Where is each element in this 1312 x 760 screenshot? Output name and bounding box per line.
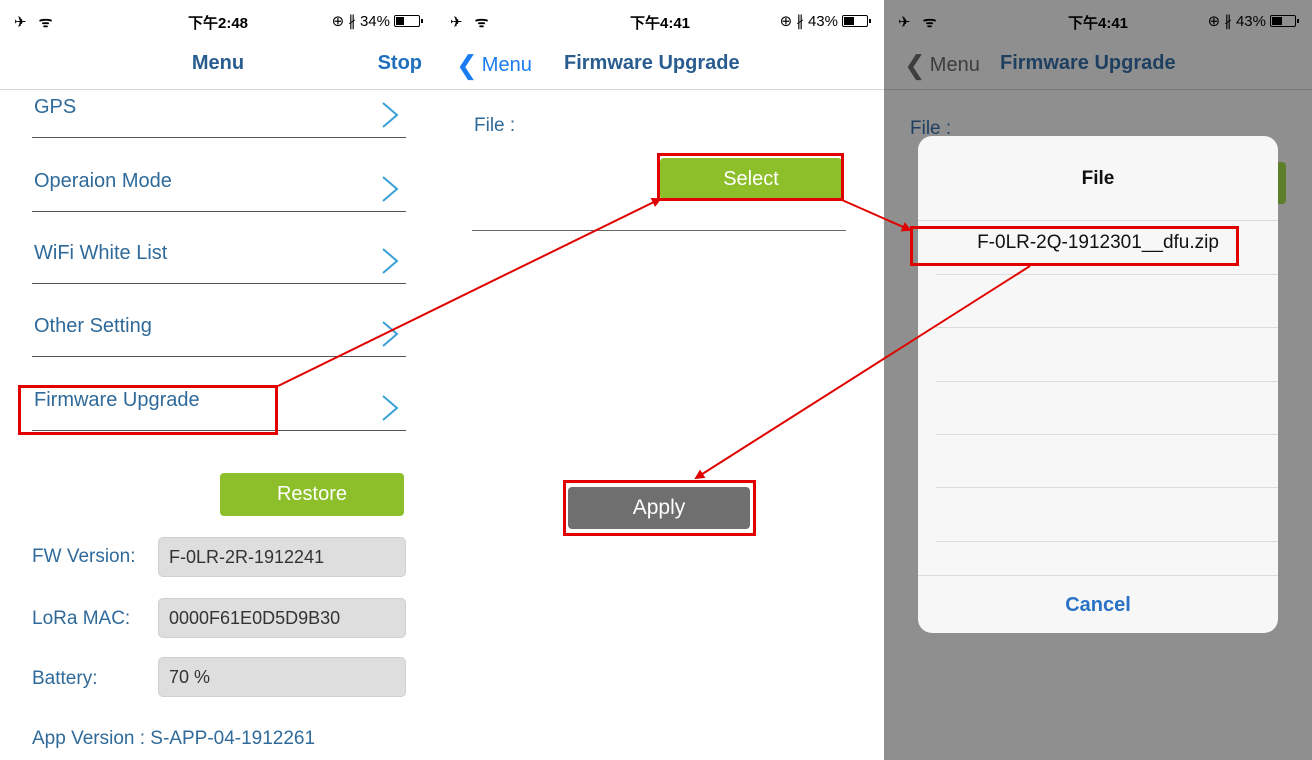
back-button[interactable]: ❮ Menu <box>904 50 980 81</box>
menu-screen: ✈ ᯤ 下午2:48 ⊕ ∦ 34% Menu Stop GPS Operaio… <box>0 0 436 760</box>
status-battery-text: ⊕ ∦ 43% <box>779 13 838 30</box>
status-bar: ✈ ᯤ 下午2:48 ⊕ ∦ 34% <box>0 0 436 40</box>
status-icons-right: ⊕ ∦ 43% <box>1207 12 1299 30</box>
cancel-button[interactable]: Cancel <box>918 594 1278 617</box>
chevron-right-icon <box>382 248 399 274</box>
status-battery-text: ⊕ ∦ 43% <box>1207 13 1266 30</box>
nav-title: Firmware Upgrade <box>564 52 740 74</box>
chevron-right-icon <box>382 102 399 128</box>
lora-mac-label: LoRa MAC: <box>32 608 131 629</box>
restore-button[interactable]: Restore <box>220 473 404 516</box>
menu-item-wifi-white-list[interactable]: WiFi White List <box>32 212 406 284</box>
menu-item-gps[interactable]: GPS <box>32 66 406 138</box>
chevron-right-icon <box>382 176 399 202</box>
back-label: Menu <box>481 54 532 76</box>
fw-version-label: FW Version: <box>32 546 136 567</box>
status-bar: ✈ ᯤ 下午4:41 ⊕ ∦ 43% <box>436 0 884 40</box>
battery-icon <box>842 15 871 27</box>
firmware-upgrade-screen: ✈ ᯤ 下午4:41 ⊕ ∦ 43% ❮ Menu Firmware Upgra… <box>436 0 884 760</box>
menu-item-operation-mode[interactable]: Operaion Mode <box>32 140 406 212</box>
separator <box>936 434 1278 435</box>
status-icons-right: ⊕ ∦ 43% <box>779 12 871 30</box>
separator <box>936 381 1278 382</box>
status-battery-text: ⊕ ∦ 34% <box>331 13 390 30</box>
chevron-left-icon: ❮ <box>456 50 478 80</box>
separator <box>936 541 1278 542</box>
file-label: File : <box>474 115 516 136</box>
nav-title: Firmware Upgrade <box>1000 52 1176 74</box>
highlight-file-item <box>910 226 1239 266</box>
separator <box>918 220 1278 221</box>
highlight-firmware-upgrade <box>18 385 278 435</box>
fw-version-field: F-0LR-2R-1912241 <box>158 537 406 577</box>
separator <box>918 575 1278 576</box>
menu-item-other-setting[interactable]: Other Setting <box>32 285 406 357</box>
status-bar: ✈ ᯤ 下午4:41 ⊕ ∦ 43% <box>884 0 1312 40</box>
menu-item-label: Other Setting <box>34 315 152 337</box>
back-label: Menu <box>929 54 980 76</box>
lora-mac-field: 0000F61E0D5D9B30 <box>158 598 406 638</box>
chevron-right-icon <box>382 321 399 347</box>
dialog-title: File <box>1081 168 1115 189</box>
chevron-right-icon <box>382 395 399 421</box>
back-button[interactable]: ❮ Menu <box>456 50 532 81</box>
separator <box>936 274 1278 275</box>
status-icons-right: ⊕ ∦ 34% <box>331 12 423 30</box>
battery-field: 70 % <box>158 657 406 697</box>
highlight-apply <box>563 480 756 536</box>
battery-icon <box>1270 15 1299 27</box>
separator <box>936 327 1278 328</box>
file-picker-dialog: File F-0LR-2Q-1912301__dfu.zip Cancel <box>918 136 1278 633</box>
file-picker-screen: ✈ ᯤ 下午4:41 ⊕ ∦ 43% ❮ Menu Firmware Upgra… <box>884 0 1312 760</box>
separator <box>936 487 1278 488</box>
highlight-select <box>657 153 844 201</box>
menu-item-label: GPS <box>34 96 77 118</box>
nav-bar: ❮ Menu Firmware Upgrade <box>884 40 1312 90</box>
battery-icon <box>394 15 423 27</box>
battery-label: Battery: <box>32 668 98 689</box>
nav-bar: ❮ Menu Firmware Upgrade <box>436 40 884 90</box>
menu-item-label: WiFi White List <box>34 242 168 264</box>
menu-item-label: Operaion Mode <box>34 170 172 192</box>
divider <box>472 230 846 231</box>
chevron-left-icon: ❮ <box>904 50 926 80</box>
app-version: App Version : S-APP-04-1912261 <box>32 728 316 749</box>
